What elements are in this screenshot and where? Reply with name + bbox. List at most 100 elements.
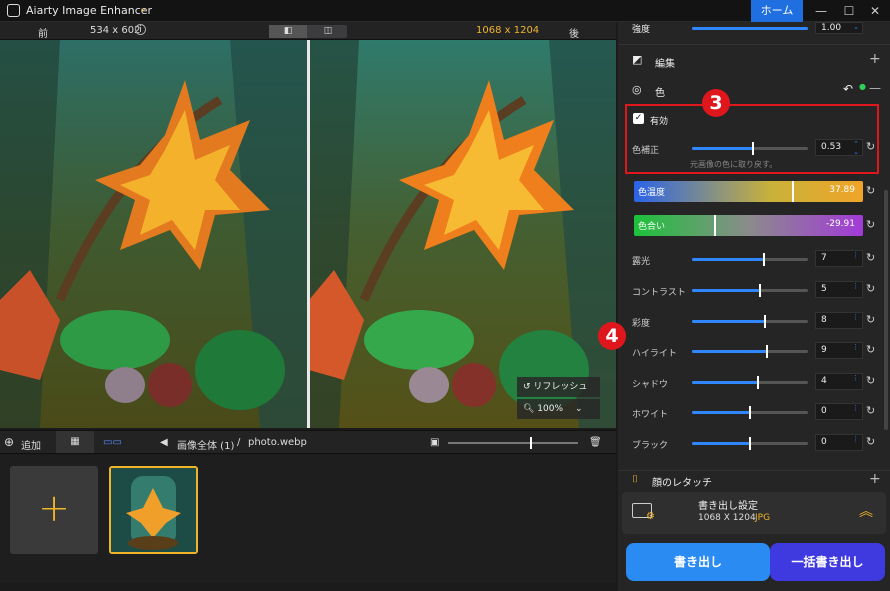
annotation-badge-4: 4 bbox=[598, 322, 626, 350]
temperature-slider[interactable]: 色温度 37.89 bbox=[634, 181, 863, 202]
stepper-icon[interactable]: ⋮ bbox=[852, 374, 859, 382]
before-size: 534 x 602 bbox=[90, 25, 141, 36]
home-button[interactable]: ホーム bbox=[751, 0, 803, 22]
adjust-slider[interactable] bbox=[692, 284, 808, 297]
color-correct-slider[interactable] bbox=[692, 142, 808, 155]
color-correct-value[interactable]: 0.53 ⌃ ⌄ bbox=[815, 139, 863, 156]
reset-icon[interactable]: ↻ bbox=[866, 374, 875, 387]
view-mode-toggle[interactable]: ◧ ◫ bbox=[269, 25, 347, 38]
reset-icon[interactable]: ↻ bbox=[866, 140, 875, 153]
thumbnail-size-slider[interactable] bbox=[448, 442, 578, 444]
reset-icon[interactable]: ↻ bbox=[866, 313, 875, 326]
add-image-button[interactable]: + bbox=[10, 466, 98, 554]
slider-value[interactable]: 0 ⋮ bbox=[815, 434, 863, 451]
split-view-icon[interactable]: ◧ bbox=[269, 25, 307, 38]
stepper-icon[interactable]: ⋮ bbox=[852, 404, 859, 412]
breadcrumb-file: photo.webp bbox=[248, 437, 307, 448]
tint-slider[interactable]: 色合い -29.91 bbox=[634, 215, 863, 236]
reset-icon[interactable]: ↻ bbox=[866, 184, 875, 197]
close-icon[interactable]: ✕ bbox=[864, 2, 886, 20]
export-button[interactable]: 書き出し bbox=[626, 543, 770, 581]
undo-icon[interactable]: ↶ bbox=[843, 82, 853, 96]
adjust-slider[interactable] bbox=[692, 376, 808, 389]
collapse-icon[interactable]: — bbox=[869, 81, 881, 95]
chevron-down-icon: ⌄ bbox=[575, 404, 583, 414]
breadcrumb-all[interactable]: 画像全体 (1) bbox=[177, 437, 234, 452]
enabled-label: 有効 bbox=[650, 117, 669, 127]
slider-value[interactable]: 0 ⋮ bbox=[815, 403, 863, 420]
compare-divider-handle[interactable] bbox=[307, 40, 310, 428]
export-settings-panel[interactable]: ⚙ 書き出し設定 1068 X 1204 JPG ︽ bbox=[622, 492, 886, 534]
status-dot-icon: ● bbox=[859, 82, 866, 91]
info-icon[interactable]: i bbox=[135, 24, 146, 35]
minimize-icon[interactable]: — bbox=[810, 2, 832, 20]
right-panel-scrollbar[interactable] bbox=[884, 190, 888, 430]
reset-icon[interactable]: ↻ bbox=[866, 218, 875, 231]
edit-section-title: 編集 bbox=[655, 59, 675, 70]
reset-icon[interactable]: ↻ bbox=[866, 251, 875, 264]
image-thumbnail[interactable] bbox=[109, 466, 198, 554]
tint-value: -29.91 bbox=[825, 219, 855, 229]
list-view-icon[interactable]: ▭▭ bbox=[103, 437, 122, 448]
before-preview[interactable] bbox=[0, 40, 308, 428]
stepper-icon[interactable]: ⋮ bbox=[852, 251, 859, 259]
temperature-knob[interactable] bbox=[791, 181, 794, 202]
stepper-icon[interactable]: ⋮ bbox=[852, 343, 859, 351]
adjust-slider[interactable] bbox=[692, 253, 808, 266]
add-section-icon[interactable]: + bbox=[869, 471, 881, 487]
stepper-icon[interactable]: ⋮ bbox=[852, 313, 859, 321]
tint-knob[interactable] bbox=[714, 215, 717, 236]
edit-icon: ◩ bbox=[632, 53, 643, 66]
slider-value[interactable]: 8 ⋮ bbox=[815, 312, 863, 329]
trash-icon[interactable]: 🗑︎ bbox=[589, 437, 602, 448]
slider-label: コントラスト bbox=[632, 288, 686, 298]
reset-icon[interactable]: ↻ bbox=[866, 404, 875, 417]
slider-label: ブラック bbox=[632, 441, 669, 451]
export-size: 1068 X 1204 bbox=[698, 513, 756, 523]
slider-value[interactable]: 7 ⋮ bbox=[815, 250, 863, 267]
back-arrow-icon[interactable]: ◀ bbox=[160, 437, 168, 448]
strength-label: 強度 bbox=[632, 25, 651, 35]
batch-export-button[interactable]: 一括書き出し bbox=[770, 543, 885, 581]
reset-icon[interactable]: ↻ bbox=[866, 343, 875, 356]
file-bar: ⊕ 追加 ▦ ▭▭ ◀ 画像全体 (1) / photo.webp ▣ 🗑︎ bbox=[0, 430, 616, 454]
maximize-icon[interactable]: ☐ bbox=[838, 2, 860, 20]
chevron-down-icon[interactable]: ⌄ bbox=[139, 3, 147, 14]
add-button[interactable]: 追加 bbox=[21, 437, 41, 452]
face-icon: ⌷ bbox=[632, 474, 638, 485]
slider-value[interactable]: 9 ⋮ bbox=[815, 342, 863, 359]
color-correct-label: 色補正 bbox=[632, 146, 660, 156]
zoom-control[interactable]: 🔍︎ 100% ⌄ bbox=[517, 399, 600, 419]
app-logo-icon bbox=[7, 4, 20, 17]
gear-icon: ⚙ bbox=[646, 511, 655, 522]
refresh-button[interactable]: ↺ リフレッシュ bbox=[517, 377, 600, 397]
stepper-icon[interactable]: ⌃ ⌄ bbox=[853, 140, 859, 156]
enabled-checkbox[interactable]: ✓ bbox=[633, 113, 644, 124]
strength-value[interactable]: 1.00 ⌄ bbox=[815, 22, 863, 34]
reset-icon[interactable]: ↻ bbox=[866, 435, 875, 448]
grid-view-icon[interactable]: ▦ bbox=[56, 431, 94, 453]
adjust-slider[interactable] bbox=[692, 345, 808, 358]
adjust-slider[interactable] bbox=[692, 406, 808, 419]
add-section-icon[interactable]: + bbox=[869, 51, 881, 67]
annotation-badge-3: 3 bbox=[702, 89, 730, 117]
thumbnail-size-knob[interactable] bbox=[530, 437, 532, 449]
adjust-slider[interactable] bbox=[692, 437, 808, 450]
slider-label: ハイライト bbox=[632, 349, 677, 359]
refresh-label: リフレッシュ bbox=[533, 382, 588, 392]
double-chevron-up-icon[interactable]: ︽ bbox=[859, 501, 873, 521]
stepper-icon[interactable]: ⋮ bbox=[852, 282, 859, 290]
strength-slider[interactable] bbox=[692, 27, 808, 30]
stepper-icon[interactable]: ⋮ bbox=[852, 435, 859, 443]
reset-icon[interactable]: ↻ bbox=[866, 282, 875, 295]
before-label: 前 bbox=[38, 29, 48, 40]
after-label: 後 bbox=[569, 29, 579, 40]
slider-value[interactable]: 4 ⋮ bbox=[815, 373, 863, 390]
slider-value[interactable]: 5 ⋮ bbox=[815, 281, 863, 298]
adjust-slider[interactable] bbox=[692, 315, 808, 328]
add-icon[interactable]: ⊕ bbox=[4, 435, 14, 449]
after-preview[interactable] bbox=[309, 40, 616, 428]
side-by-side-icon[interactable]: ◫ bbox=[309, 25, 347, 38]
after-size: 1068 x 1204 bbox=[476, 25, 540, 36]
stepper-icon[interactable]: ⌄ bbox=[853, 23, 859, 31]
